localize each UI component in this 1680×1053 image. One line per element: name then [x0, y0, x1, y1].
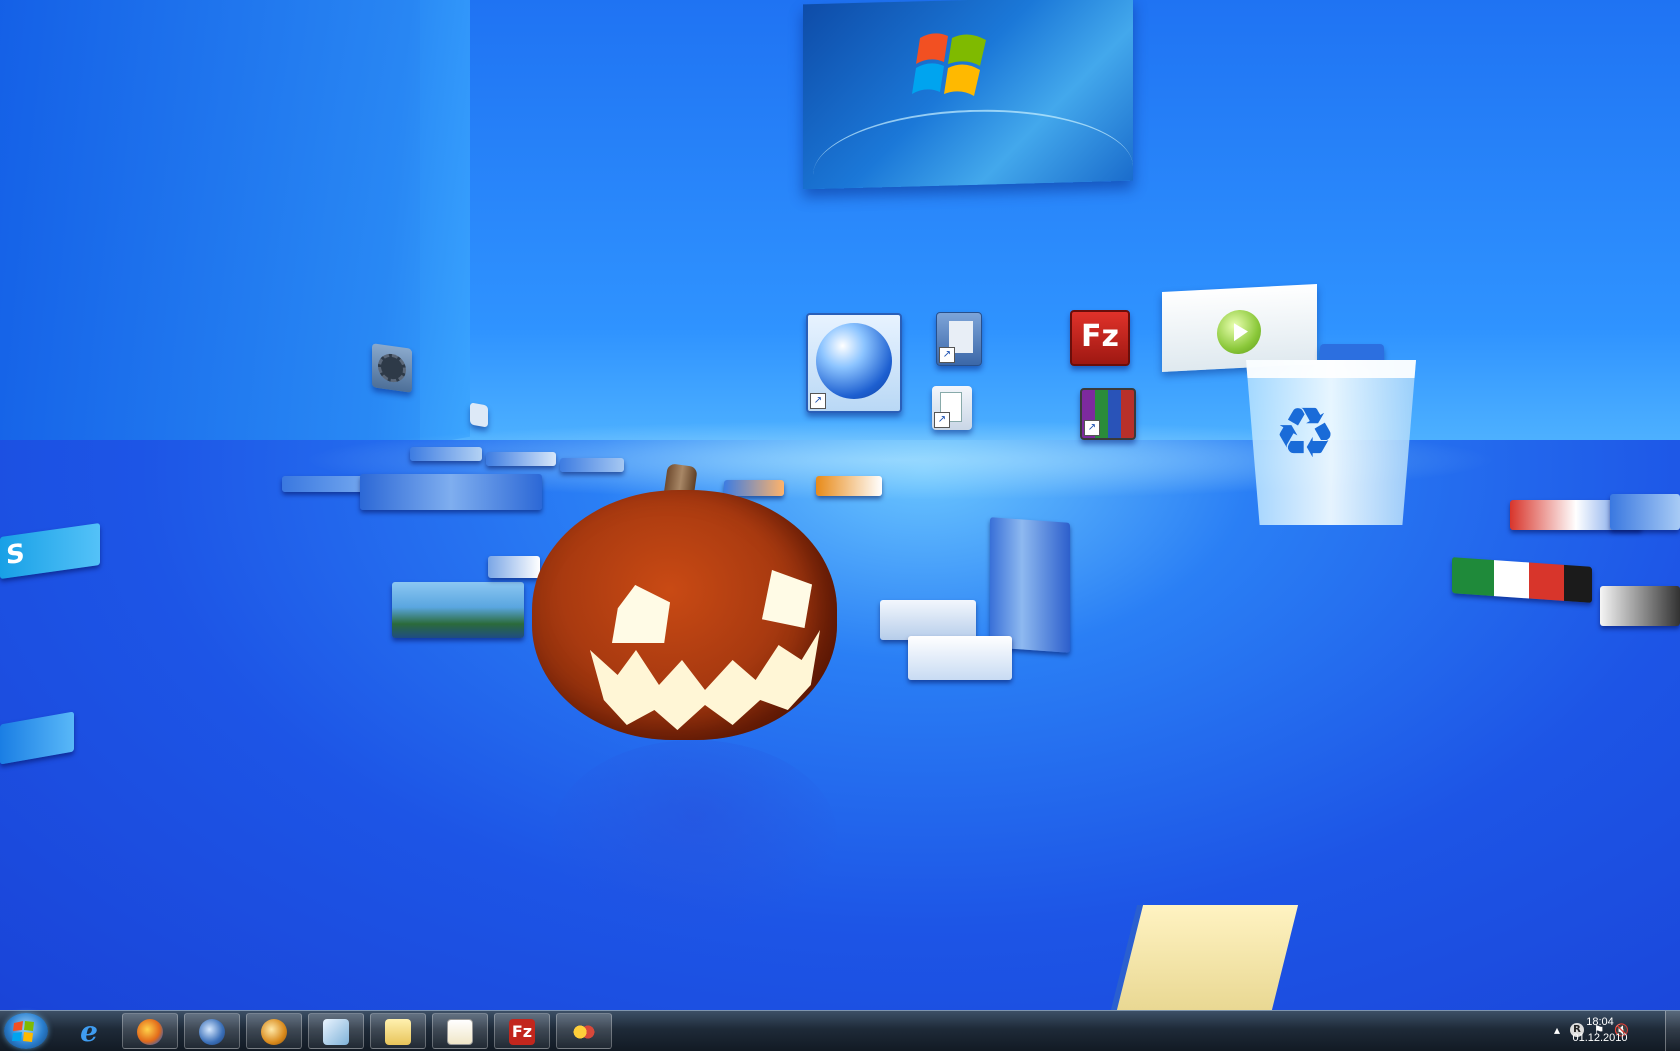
recycle-bin-lid — [1246, 360, 1416, 378]
skype-logo-icon: S — [6, 538, 25, 572]
notepad-icon — [447, 1019, 473, 1045]
photo-thumbnail[interactable] — [392, 582, 524, 638]
recycle-symbol-icon: ♻ — [1273, 392, 1337, 474]
floor-thumbnail-12[interactable] — [1610, 494, 1680, 530]
floor-thumbnail-10[interactable] — [908, 636, 1012, 680]
taskbar-button-firefox[interactable] — [122, 1013, 178, 1049]
taskbar-button-paint[interactable] — [246, 1013, 302, 1049]
floor-thumbnail-5[interactable] — [360, 474, 542, 510]
clock-time[interactable]: 18:04 — [1560, 1016, 1640, 1028]
floor-thumbnail-7[interactable] — [488, 556, 540, 578]
notes-icon — [323, 1019, 349, 1045]
floor — [0, 440, 1680, 1010]
floor-thumbnail-13[interactable] — [1600, 586, 1680, 626]
floor-thumbnail-3[interactable] — [486, 452, 556, 466]
pumpkin-reflection — [552, 740, 837, 930]
filezilla-icon[interactable]: Fz — [1070, 310, 1130, 366]
firefox-icon — [137, 1019, 163, 1045]
link-icon — [571, 1019, 597, 1045]
document-icon[interactable]: ↗ — [936, 312, 982, 366]
ie-launcher[interactable]: e — [64, 1013, 114, 1049]
shortcut-arrow-icon: ↗ — [810, 393, 826, 409]
taskbar-button-explorer[interactable] — [370, 1013, 426, 1049]
system-tray: ▴ R ⚑ 🔇 18:04 01.12.2010 — [1420, 1011, 1680, 1051]
folder-icon[interactable] — [1116, 905, 1299, 1010]
taskbar-button-filezilla[interactable]: Fz — [494, 1013, 550, 1049]
notepad-icon[interactable]: ↗ — [932, 386, 972, 430]
shortcut-arrow-icon: ↗ — [939, 347, 955, 363]
shortcut-arrow-icon: ↗ — [1084, 420, 1100, 436]
show-desktop-button[interactable] — [1665, 1011, 1680, 1051]
windows-logo-icon — [912, 33, 986, 96]
filezilla-icon: Fz — [509, 1019, 535, 1045]
document-stack-icon[interactable] — [990, 517, 1070, 653]
windows-orb-icon — [12, 1021, 34, 1042]
vlc-icon[interactable] — [816, 476, 882, 496]
internet-explorer-icon: e — [80, 1015, 98, 1048]
desktop-3d-room: ↗ ↗ ↗ Fz ↗ ♻ S — [0, 0, 1680, 1010]
small-wall-icon[interactable] — [470, 402, 488, 428]
start-button[interactable] — [4, 1013, 48, 1049]
floor-thumbnail-1[interactable] — [282, 476, 366, 492]
floor-thumbnail-2[interactable] — [410, 447, 482, 461]
media-player-icon[interactable] — [1162, 283, 1317, 373]
gear-icon — [378, 352, 406, 384]
taskbar: e Fz ▴ R ⚑ 🔇 18:04 01.12.2010 — [0, 1010, 1680, 1051]
clock-date[interactable]: 01.12.2010 — [1560, 1032, 1640, 1044]
taskbar-button-link[interactable] — [556, 1013, 612, 1049]
shortcut-arrow-icon: ↗ — [934, 412, 950, 428]
wallpaper-swoosh — [813, 105, 1133, 190]
floor-thumbnail-4[interactable] — [560, 458, 624, 472]
globe-icon — [816, 323, 892, 399]
floor-thumbnail-8[interactable] — [724, 480, 784, 496]
winrar-icon[interactable]: ↗ — [1080, 388, 1136, 440]
tools-icon[interactable] — [372, 343, 412, 393]
taskbar-button-notepad[interactable] — [432, 1013, 488, 1049]
google-earth-icon[interactable]: ↗ — [806, 313, 902, 413]
play-icon — [1217, 308, 1261, 356]
taskbar-button-notes[interactable] — [308, 1013, 364, 1049]
thunderbird-icon — [199, 1019, 225, 1045]
taskbar-button-thunderbird[interactable] — [184, 1013, 240, 1049]
floor-thumbnail-9[interactable] — [880, 600, 976, 640]
explorer-folder-icon — [385, 1019, 411, 1045]
paint-icon — [261, 1019, 287, 1045]
